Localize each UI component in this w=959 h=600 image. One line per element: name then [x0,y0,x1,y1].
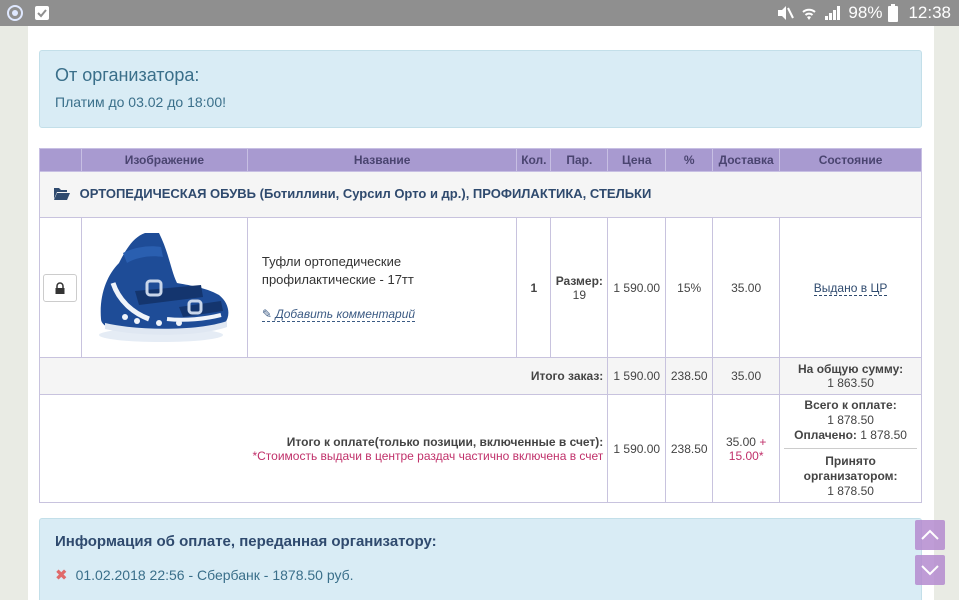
pay-summary-cell: Всего к оплате: 1 878.50 Оплачено: 1 878… [779,394,922,503]
header-delivery: Доставка [712,148,781,172]
order-total-percent: 238.50 [665,357,714,395]
battery-icon [888,4,899,22]
app-notification-icon [34,5,50,21]
chevron-down-icon [921,565,939,576]
order-total-label: Итого заказ: [38,357,609,395]
header-action [39,148,82,172]
category-title: ОРТОПЕДИЧЕСКАЯ ОБУВЬ (Ботиллини, Сурсил … [79,186,652,202]
payment-info-title: Информация об оплате, переданная организ… [55,533,437,550]
due-label: Всего к оплате: [804,398,897,412]
pay-total-row: Итого к оплате(только позиции, включенны… [38,394,922,503]
param-value: 19 [572,287,586,302]
header-param: Пар. [550,148,609,172]
param-label: Размер: [555,273,603,288]
clock: 12:38 [908,3,951,22]
accepted-label: Принято организатором: [803,454,898,483]
header-qty: Кол. [516,148,552,172]
accepted-value: 1 878.50 [827,484,874,498]
pay-total-price: 1 590.00 [607,394,667,503]
paid-value: 1 878.50 [860,428,907,442]
percent-cell: 15% [665,217,714,358]
product-name-cell: Туфли ортопедические профилактические - … [246,217,518,358]
header-image: Изображение [80,148,248,172]
battery-percent: 98% [848,3,883,22]
pay-total-label-cell: Итого к оплате(только позиции, включенны… [38,394,609,503]
header-name: Название [246,148,518,172]
wifi-icon [800,5,818,21]
product-image-cell [80,217,248,358]
summary-divider [784,448,917,449]
pay-total-percent: 238.50 [665,394,714,503]
order-total-delivery: 35.00 [712,357,781,395]
order-table: Изображение Название Кол. Пар. Цена % До… [38,148,922,503]
paid-label: Оплачено: [794,428,857,442]
order-total-row: Итого заказ: 1 590.00 238.50 35.00 На об… [38,357,922,395]
lock-cell [39,217,82,358]
price-value: 1 590.00 [613,280,661,295]
category-row: ОРТОПЕДИЧЕСКАЯ ОБУВЬ (Ботиллини, Сурсил … [39,171,922,218]
delivery-cell: 35.00 [712,217,781,358]
due-value: 1 878.50 [827,413,874,427]
scroll-up-button[interactable] [915,520,945,550]
close-icon[interactable]: ✖ [55,566,68,584]
shoe-image[interactable] [89,223,240,349]
browser-icon [6,4,24,22]
product-name: Туфли ортопедические профилактические - … [261,254,414,287]
header-percent: % [665,148,714,172]
list-item: ✖ 01.02.2018 22:56 - Сбербанк - 1878.50 … [55,566,906,584]
qty-value: 1 [530,280,538,295]
organizer-text: Платим до 03.02 до 18:00! [55,94,226,110]
header-price: Цена [607,148,667,172]
folder-open-icon [54,187,70,203]
add-comment-link[interactable]: ✎ Добавить комментарий [261,307,416,322]
add-comment-label: Добавить комментарий [275,307,416,321]
lock-icon [55,281,65,294]
mute-icon [776,5,795,21]
order-total-price: 1 590.00 [607,357,667,395]
summary-value: 1 863.50 [827,376,874,390]
status-bar: 98% 12:38 [0,0,959,26]
pay-total-delivery-cell: 35.00 + 15.00* [712,394,781,503]
pay-total-label: Итого к оплате(только позиции, включенны… [286,434,604,449]
pay-total-note: *Стоимость выдачи в центре раздач частич… [252,448,604,463]
pencil-icon: ✎ [261,307,272,321]
pay-total-delivery: 35.00 [725,434,756,449]
summary-label: На общую сумму: [798,362,904,376]
lock-button[interactable] [43,273,78,302]
table-row: Туфли ортопедические профилактические - … [39,217,922,358]
status-cell: Выдано в ЦР [779,217,922,358]
scroll-down-button[interactable] [915,555,945,585]
percent-value: 15% [677,280,702,295]
order-total-summary: На общую сумму: 1 863.50 [779,357,922,395]
delivery-value: 35.00 [731,280,762,295]
organizer-title: От организатора: [55,65,200,85]
header-status: Состояние [779,148,922,172]
payment-item-text: 01.02.2018 22:56 - Сбербанк - 1878.50 ру… [75,567,354,583]
qty-cell: 1 [516,217,552,358]
price-cell: 1 590.00 [607,217,667,358]
param-cell: Размер: 19 [550,217,609,358]
table-header-row: Изображение Название Кол. Пар. Цена % До… [39,148,922,172]
chevron-up-icon [921,529,939,540]
status-link[interactable]: Выдано в ЦР [813,280,888,296]
signal-icon [824,5,842,21]
payment-info-box: Информация об оплате, переданная организ… [39,518,922,600]
page-content: От организатора: Платим до 03.02 до 18:0… [28,26,934,600]
organizer-notice: От организатора: Платим до 03.02 до 18:0… [39,50,922,128]
